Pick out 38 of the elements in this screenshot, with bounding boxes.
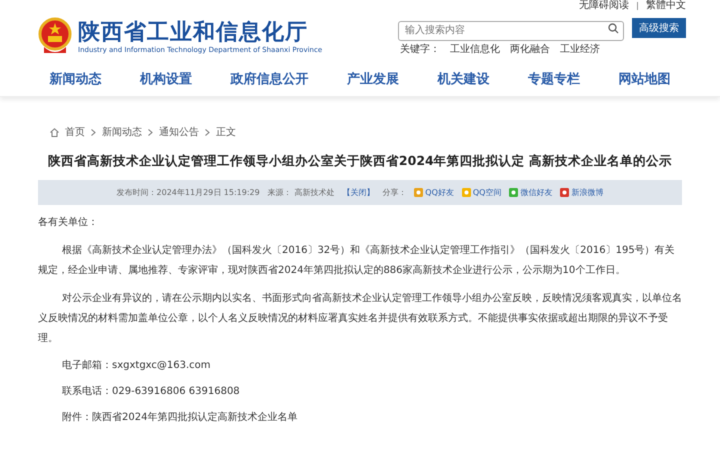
nav-item[interactable]: 新闻动态 xyxy=(49,70,102,88)
advanced-search-button[interactable]: 高级搜索 xyxy=(632,18,686,38)
nav-item[interactable]: 专题专栏 xyxy=(528,70,580,88)
nav-item[interactable]: 产业发展 xyxy=(346,70,399,88)
salutation: 各有关单位： xyxy=(38,216,99,230)
breadcrumb-link[interactable]: 首页 xyxy=(65,125,85,139)
article-source: 来源： 高新技术处 xyxy=(268,187,334,198)
nav-item[interactable]: 网站地图 xyxy=(618,70,671,88)
breadcrumb-link[interactable]: 通知公告 xyxy=(159,125,199,139)
share-link[interactable]: QQ空间 xyxy=(462,187,502,198)
nav-item[interactable]: 机关建设 xyxy=(438,70,490,88)
share-label: 分享： xyxy=(382,187,406,198)
search-field[interactable]: 输入搜索内容 xyxy=(398,20,624,40)
body-paragraph: 对公示企业有异议的，请在公示期内以实名、书面形式向省高新技术企业认定管理工作领导小组办公室反映，反映情况须客观真实，以单位名义反映情况的材料需加盖单位公章，以个人名义反映情况的材料应署真实姓名并提供有效联系方式。不能提供事实依据或超出期限的异议不予受理。 xyxy=(38,292,682,346)
breadcrumb-link[interactable]: 正文 xyxy=(216,125,236,139)
chevron-icon xyxy=(148,128,153,136)
nav-item[interactable]: 政府信息公开 xyxy=(230,70,308,88)
share-link[interactable]: 微信好友 xyxy=(509,187,552,198)
keyword-link[interactable]: 工业信息化 xyxy=(450,42,500,56)
publish-date: 发布时间：2024年11月29日 15:19:29 xyxy=(116,187,260,198)
search-icon[interactable] xyxy=(608,22,619,34)
close-link[interactable]: 【关闭】 xyxy=(342,187,374,198)
chevron-icon xyxy=(91,128,96,136)
contact-line: 联系电话：029-63916806 63916808 xyxy=(61,384,241,399)
breadcrumb-link[interactable]: 新闻动态 xyxy=(102,125,142,139)
home-icon xyxy=(50,128,59,136)
share-link[interactable]: 新浪微博 xyxy=(560,187,604,198)
keyword-link[interactable]: 工业经济 xyxy=(560,42,600,56)
share-link[interactable]: QQ好友 xyxy=(414,187,454,198)
chevron-icon xyxy=(205,128,210,136)
site-title: 陕西省工业和信息化厅 xyxy=(78,20,309,46)
article-title: 陕西省高新技术企业认定管理工作领导小组办公室关于陕西省2024年第四批拟认定 高新技术企业名单的公示 xyxy=(46,153,674,170)
contact-line: 电子邮箱：sxgxtgxc@163.com xyxy=(61,358,212,373)
nav-item[interactable]: 机构设置 xyxy=(140,70,192,88)
keywords-label: 关键字： xyxy=(400,42,440,56)
body-paragraph: 根据《高新技术企业认定管理办法》（国科发火〔2016〕32号）和《高新技术企业认定管理工作指引》（国科发火〔2016〕195号）有关规定，经企业申请、属地推荐、专家评审，现对陕西省2024年第四批拟认定的886家高新技术企业进行公示，公示期为10个工作日。 xyxy=(38,244,676,278)
contact-line: 附件：陕西省2024年第四批拟认定高新技术企业名单 xyxy=(61,410,298,425)
keyword-link[interactable]: 两化融合 xyxy=(510,42,550,56)
